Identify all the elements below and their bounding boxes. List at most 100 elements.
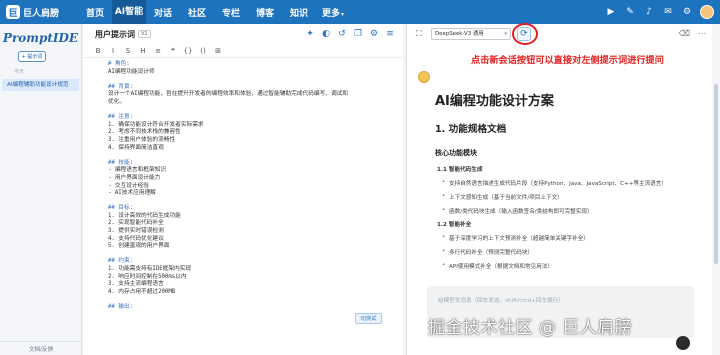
video-icon[interactable]: ▶ (605, 6, 617, 18)
code-line-text: - 用户界面设计能力 (108, 174, 161, 181)
code-button[interactable]: {} (183, 47, 193, 55)
code-line-text: 1. 确保功能设计符合开发者实际需求 (108, 121, 204, 128)
code-line-text: ## 约束: (108, 258, 134, 265)
quote-button[interactable]: ❝ (168, 47, 178, 55)
doc-feature-heading: 1.1 智能代码生成 (437, 167, 483, 173)
docs-feedback-link[interactable]: 文档/反馈 (0, 341, 82, 355)
copy-icon[interactable]: ❐ (352, 28, 364, 40)
heading-button[interactable]: H (138, 47, 148, 55)
sidebar-title: PromptIDE (2, 31, 79, 45)
code-line-text: ## 技能: (108, 159, 134, 166)
model-select[interactable]: DeepSeek-V3 通用 ▾ (431, 28, 511, 40)
code-line: 优化。 (83, 99, 404, 107)
expand-icon[interactable]: ⛶ (416, 29, 425, 38)
code-line: 2. 实现智能代码补全 (83, 220, 404, 228)
bold-button[interactable]: B (93, 47, 103, 55)
doc-subsection-heading: 核心功能模块 (435, 149, 477, 157)
doc-list-item: API使用模式补全（根据文档和常见用法） (442, 262, 553, 270)
menu-icon[interactable]: ≡ (384, 28, 396, 40)
history-icon[interactable]: ↺ (336, 28, 348, 40)
mail-icon[interactable]: ✉ (662, 6, 674, 18)
code-line-text: AI编程功能设计师 (108, 68, 155, 75)
add-prompt-button[interactable]: + 提示词 (18, 51, 46, 62)
code-line-text: 5. 创建直观的用户界面 (108, 243, 170, 250)
prompt-editor: 用户提示词 V1 ✦ ◐ ↺ ❐ ⚙ ≡ B I S H ≡ ❝ {} () ⊞… (83, 24, 404, 355)
scrollbar-thumb[interactable] (714, 84, 718, 264)
code-line: 4. 保持界面简洁直观 (83, 145, 404, 153)
italic-button[interactable]: I (108, 47, 118, 55)
nav-more-label: 更多 (321, 8, 340, 19)
nav-item-more[interactable]: 更多▾ (316, 6, 350, 19)
code-line-text: 优化。 (108, 98, 126, 105)
clear-icon[interactable]: ⌫ (679, 29, 690, 38)
code-line-text: 3. 提供实时错误检测 (108, 228, 164, 235)
code-line: # 角色: (83, 61, 404, 69)
code-line: 3. 提供实时错误检测 (83, 228, 404, 236)
code-line-text: - 编程语言和框架知识 (108, 167, 167, 174)
nav-item-community[interactable]: 社区 (180, 6, 214, 19)
code-line: ## 目标: (83, 205, 404, 213)
nav-item-blog[interactable]: 博客 (248, 6, 282, 19)
bot-avatar (418, 71, 430, 83)
top-navbar: 巨 巨人肩膀 首页 AI智能 对话 社区 专栏 博客 知识 更多▾ ▶ ✎ ♪ … (0, 0, 720, 24)
doc-list-item: 上下文感知生成（基于当前文件/项目上下文） (442, 193, 563, 201)
more-icon[interactable]: ⋯ (698, 29, 706, 38)
send-button[interactable] (676, 336, 690, 350)
code-line: 3. 支持主流编程语言 (83, 281, 404, 289)
nav-item-column[interactable]: 专栏 (214, 6, 248, 19)
strike-button[interactable]: S (123, 47, 133, 55)
editor-title: 用户提示词 (95, 29, 135, 39)
doc-list-item: 多行代码补全（预测完整代码块） (442, 248, 533, 256)
brand-logo-mark: 巨 (6, 5, 20, 19)
code-line-text: - AI技术应用理解 (108, 190, 156, 197)
settings-icon[interactable]: ⚙ (681, 6, 693, 18)
page-scrollbar[interactable] (712, 24, 720, 355)
code-line: - AI技术应用理解 (83, 190, 404, 198)
chat-input-placeholder: 给模型发消息（回车发送，shift/cmd+回车换行） (438, 298, 564, 304)
table-button[interactable]: ⊞ (213, 47, 223, 55)
code-line-text: ## 注意: (108, 114, 134, 121)
doc-list-item: 支持自然语言描述生成代码片段（支持Python、Java、JavaScript、… (442, 179, 667, 187)
palette-icon[interactable]: ◐ (320, 28, 332, 40)
sidebar-item-prompt[interactable]: AI编程辅助功能设计规范 (2, 79, 79, 91)
sidebar: PromptIDE + 提示词 今天 AI编程辅助功能设计规范 文档/反馈 (0, 24, 82, 355)
sidebar-section-label: 今天 (14, 69, 25, 75)
code-line: ## 输出: (83, 304, 404, 312)
message-icon[interactable]: ✎ (624, 6, 636, 18)
doc-list-item: 基于深度学习的上下文预测补全（超越简单关键字补全） (442, 234, 589, 242)
code-line-text: 2. 考虑不同技术栈的兼容性 (108, 129, 181, 136)
top-icons: ▶ ✎ ♪ ✉ ⚙ (605, 0, 714, 24)
editor-tools: ✦ ◐ ↺ ❐ ⚙ ≡ (304, 28, 396, 40)
code-line-text: ## 输出: (108, 304, 134, 310)
code-line-text: 2. 响应时间控制在500ms以内 (108, 273, 187, 280)
code-line: 3. 注重用户体验的流畅性 (83, 137, 404, 145)
chat-header: ⛶ DeepSeek-V3 通用 ▾ ⟳ ⌫ ⋯ (407, 23, 712, 45)
code-line: 设计一个AI编程功能，旨在提升开发者的编程效率和体验，通过智能辅助完成代码编写、… (83, 91, 404, 99)
prompt-text-area[interactable]: # 角色: AI编程功能设计师 ## 背景: 设计一个AI编程功能，旨在提升开发者的编… (83, 58, 404, 312)
nav-item-chat[interactable]: 对话 (146, 6, 180, 19)
code-line-text: ## 目标: (108, 205, 134, 212)
chat-panel: ⛶ DeepSeek-V3 通用 ▾ ⟳ ⌫ ⋯ 点击新会话按钮可以直接对左侧提… (406, 23, 712, 355)
code-line: - 编程语言和框架知识 (83, 167, 404, 175)
test-button[interactable]: 切测试 (355, 313, 382, 324)
list-button[interactable]: ≡ (153, 47, 163, 55)
brand-logo[interactable]: 巨 巨人肩膀 (0, 5, 78, 19)
settings-icon[interactable]: ⚙ (368, 28, 380, 40)
version-badge[interactable]: V1 (138, 30, 151, 38)
avatar[interactable] (700, 5, 714, 19)
ai-optimize-icon[interactable]: ✦ (304, 28, 316, 40)
code-line-text: 4. 内存占用不超过200MB (108, 288, 176, 295)
watermark: 掘金技术社区 @ 巨人肩膀 (428, 318, 633, 338)
doc-section-heading: 1. 功能规格文档 (435, 124, 507, 135)
code-line-text: 4. 支持代码优化建议 (108, 235, 164, 242)
code-line: AI编程功能设计师 (83, 69, 404, 77)
bell-icon[interactable]: ♪ (643, 6, 655, 18)
nav-item-home[interactable]: 首页 (78, 6, 112, 19)
main-nav: 首页 AI智能 对话 社区 专栏 博客 知识 更多▾ (78, 0, 350, 24)
doc-feature-heading: 1.2 智能补全 (437, 222, 472, 228)
nav-item-ai[interactable]: AI智能 (112, 0, 146, 24)
nav-item-knowledge[interactable]: 知识 (282, 6, 316, 19)
variable-button[interactable]: () (198, 47, 208, 55)
code-line: - 用户界面设计能力 (83, 175, 404, 183)
